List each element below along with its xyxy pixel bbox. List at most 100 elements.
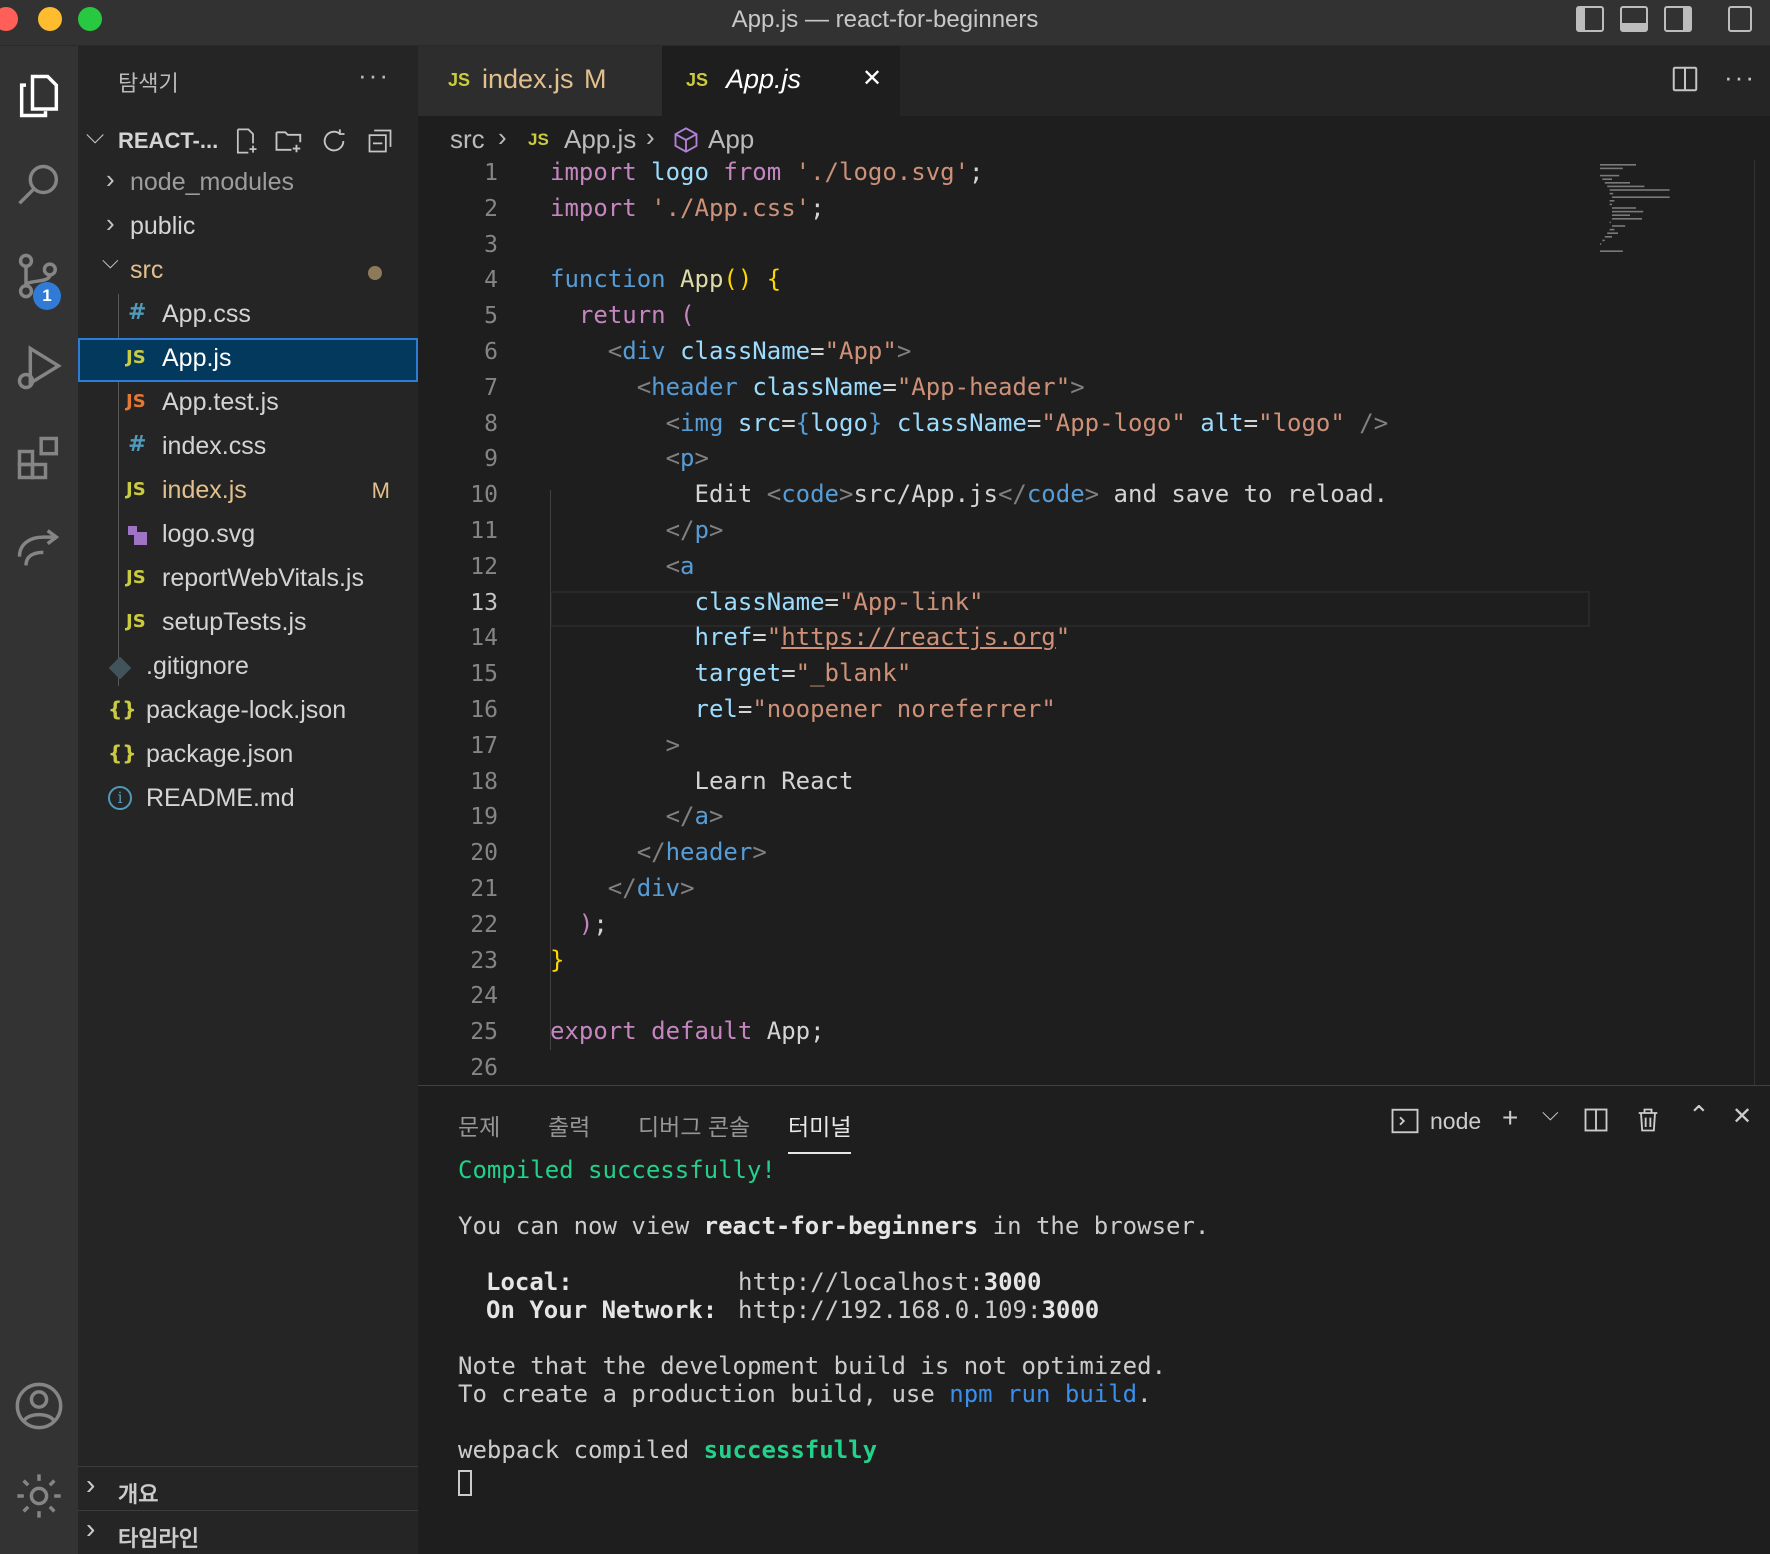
source-control-icon[interactable]: 1 — [0, 236, 78, 316]
chevron-right-icon: › — [646, 122, 655, 152]
close-panel-icon[interactable]: ✕ — [1732, 1102, 1752, 1131]
sidebar-title: 탐색기 — [118, 71, 179, 96]
split-terminal-icon[interactable] — [1582, 1106, 1610, 1134]
code-line: rel="noopener noreferrer" — [694, 695, 1056, 723]
trash-icon[interactable] — [1634, 1106, 1662, 1134]
terminal-line: You can now view react-for-beginners in … — [458, 1212, 1210, 1240]
more-actions-icon[interactable]: ··· — [358, 60, 390, 91]
timeline-section[interactable]: › 타임라인 — [78, 1510, 418, 1554]
tree-file-index-css[interactable]: # index.css — [78, 426, 418, 470]
explorer-icon[interactable] — [0, 56, 78, 136]
code-line: target="_blank" — [694, 659, 912, 688]
maximize-panel-icon[interactable]: ⌃ — [1688, 1100, 1710, 1131]
account-icon[interactable] — [0, 1366, 78, 1446]
line-number: 13 — [470, 589, 498, 616]
code-line: import logo from './logo.svg'; — [550, 160, 984, 186]
chevron-right-icon: › — [86, 1469, 96, 1500]
add-terminal-icon[interactable]: + — [1502, 1102, 1518, 1134]
js-file-icon: JS — [528, 130, 549, 149]
js-test-file-icon: JS — [126, 391, 146, 412]
tree-folder-node-modules[interactable]: › node_modules — [78, 162, 418, 206]
code-line: <img src={logo} className="App-logo" alt… — [665, 408, 1389, 437]
code-line: <div className="App"> — [607, 337, 912, 365]
tree-file-gitignore[interactable]: .gitignore — [78, 646, 418, 690]
tab-output[interactable]: 출력 — [548, 1108, 590, 1142]
line-number: 10 — [470, 482, 498, 509]
tree-file-logo-svg[interactable]: logo.svg — [78, 514, 418, 558]
collapse-all-icon[interactable] — [366, 126, 394, 156]
chevron-right-icon: › — [106, 208, 115, 238]
toggle-secondary-sidebar-icon[interactable] — [1664, 6, 1692, 32]
terminal-line: Compiled successfully! — [458, 1156, 776, 1184]
remote-explorer-icon[interactable] — [0, 508, 78, 588]
tree-item-label: README.md — [146, 784, 295, 812]
css-file-icon: # — [128, 432, 147, 457]
tree-file-setup-tests[interactable]: JS setupTests.js — [78, 602, 418, 646]
extensions-icon[interactable] — [0, 418, 78, 498]
tree-file-report-web-vitals[interactable]: JS reportWebVitals.js — [78, 558, 418, 602]
code-line: className="App-link" — [694, 587, 984, 616]
run-debug-icon[interactable] — [0, 328, 78, 408]
terminal-line: On Your Network: — [486, 1296, 718, 1324]
tab-problems[interactable]: 문제 — [458, 1108, 500, 1142]
settings-gear-icon[interactable] — [0, 1456, 78, 1536]
source-control-badge: 1 — [33, 282, 61, 310]
minimap[interactable] — [1598, 160, 1758, 270]
outline-section[interactable]: › 개요 — [78, 1466, 418, 1510]
breadcrumb-symbol[interactable]: App — [708, 124, 754, 155]
line-number: 16 — [470, 697, 498, 723]
new-file-icon[interactable] — [232, 126, 260, 156]
tab-app-js[interactable]: JS App.js ✕ — [662, 46, 900, 116]
terminal-icon — [1391, 1108, 1419, 1134]
code-editor[interactable]: 1 2 3 4 5 6 7 8 9 10 11 12 13 14 15 16 17 18 19 20 21 22 23 24 2… — [418, 160, 1770, 1085]
tree-file-package-lock[interactable]: {} package-lock.json — [78, 690, 418, 734]
section-label: 타임라인 — [118, 1526, 199, 1551]
refresh-icon[interactable] — [320, 126, 348, 156]
code-line: Learn React — [550, 766, 854, 795]
tree-file-index-js[interactable]: JS index.js M — [78, 470, 418, 514]
tree-file-app-js[interactable]: JS App.js — [78, 338, 418, 382]
line-number: 23 — [470, 947, 498, 974]
section-label: 개요 — [118, 1482, 159, 1507]
tree-file-app-test-js[interactable]: JS App.test.js — [78, 382, 418, 426]
customize-layout-icon[interactable] — [1728, 6, 1752, 32]
terminal-name[interactable]: node — [1430, 1108, 1481, 1135]
editor-scrollbar[interactable] — [1754, 160, 1770, 1085]
code-line: </p> — [665, 516, 724, 544]
terminal-line: Local: — [486, 1268, 573, 1296]
breadcrumb-file[interactable]: App.js — [564, 124, 636, 155]
toggle-panel-icon[interactable] — [1620, 6, 1648, 32]
close-icon[interactable]: ✕ — [862, 64, 882, 93]
tree-item-label: logo.svg — [162, 520, 256, 548]
js-file-icon: JS — [126, 611, 146, 632]
new-folder-icon[interactable] — [274, 126, 304, 156]
code-line: </header> — [636, 838, 767, 867]
js-file-icon: JS — [448, 70, 471, 90]
tree-file-app-css[interactable]: # App.css — [78, 294, 418, 338]
svg-file-icon — [128, 526, 148, 546]
search-icon[interactable] — [0, 146, 78, 226]
split-editor-icon[interactable] — [1670, 64, 1700, 94]
tree-folder-src[interactable]: ⌵ src — [78, 248, 418, 294]
breadcrumb-folder[interactable]: src — [450, 124, 485, 155]
project-header[interactable]: ⌵ REACT-... — [78, 120, 418, 162]
tree-file-readme[interactable]: i README.md — [78, 778, 418, 822]
toggle-sidebar-icon[interactable] — [1576, 6, 1604, 32]
tree-item-label: package.json — [146, 740, 294, 768]
chevron-down-icon[interactable]: ⌵ — [1542, 1100, 1559, 1126]
tree-item-label: index.css — [162, 432, 267, 460]
line-number: 1 — [484, 160, 498, 186]
tree-item-label: index.js — [162, 476, 247, 504]
tab-index-js[interactable]: JS index.js M — [418, 46, 662, 116]
tab-debug-console[interactable]: 디버그 콘솔 — [638, 1108, 750, 1142]
tab-terminal[interactable]: 터미널 — [788, 1108, 852, 1154]
bottom-panel: 문제 출력 디버그 콘솔 터미널 node + ⌵ ⌃ ✕ Compiled s… — [418, 1085, 1770, 1554]
tree-item-label: node_modules — [130, 168, 295, 196]
more-actions-icon[interactable]: ··· — [1724, 62, 1756, 93]
tree-folder-public[interactable]: › public — [78, 206, 418, 250]
json-file-icon: {} — [108, 741, 137, 765]
js-file-icon: JS — [686, 70, 709, 90]
code-line: Edit <code>src/App.js</code> and save to… — [550, 480, 1389, 509]
tree-file-package-json[interactable]: {} package.json — [78, 734, 418, 778]
line-number: 11 — [470, 518, 498, 544]
